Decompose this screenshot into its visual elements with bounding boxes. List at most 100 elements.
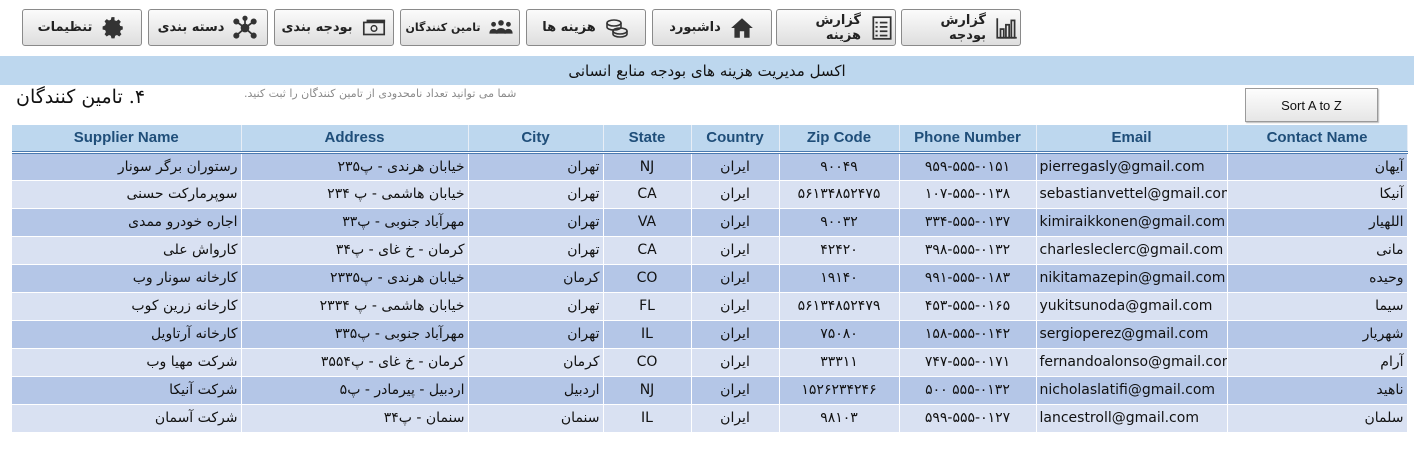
cell-supplier[interactable]: شرکت آنیکا (12, 376, 242, 405)
cell-state[interactable]: VA (603, 208, 692, 237)
header-email[interactable]: Email (1036, 125, 1228, 154)
cell-city[interactable]: اردبیل (468, 376, 604, 405)
cell-contact[interactable]: اللهیار (1227, 208, 1408, 237)
cell-phone[interactable]: ۹۹۱-۵۵۵-۰۱۸۳ (899, 264, 1037, 293)
cell-country[interactable]: ایران (691, 404, 780, 433)
cell-supplier[interactable]: شرکت مهیا وب (12, 348, 242, 377)
cell-email[interactable]: yukitsunoda@gmail.com (1036, 292, 1228, 321)
cell-city[interactable]: تهران (468, 152, 604, 181)
header-state[interactable]: State (603, 125, 692, 154)
cell-zip[interactable]: ۷۵۰۸۰ (779, 320, 900, 349)
cell-state[interactable]: IL (603, 320, 692, 349)
cell-email[interactable]: fernandoalonso@gmail.com (1036, 348, 1228, 377)
cell-contact[interactable]: سلمان (1227, 404, 1408, 433)
settings-button[interactable]: تنظیمات (22, 9, 142, 46)
cell-email[interactable]: pierregasly@gmail.com (1036, 152, 1228, 181)
cell-email[interactable]: kimiraikkonen@gmail.com (1036, 208, 1228, 237)
cell-supplier[interactable]: شرکت آسمان (12, 404, 242, 433)
budget-report-button[interactable]: گزارش بودجه (901, 9, 1021, 46)
table-row[interactable]: کارواش علی کرمان - خ غای - پ۳۴ تهران CA ایرا… (12, 236, 1408, 265)
header-zip-code[interactable]: Zip Code (779, 125, 900, 154)
cell-contact[interactable]: آنیکا (1227, 180, 1408, 209)
cell-zip[interactable]: ۵۶۱۳۴۸۵۲۴۷۵ (779, 180, 900, 209)
cell-phone[interactable]: ۷۴۷-۵۵۵-۰۱۷۱ (899, 348, 1037, 377)
cell-zip[interactable]: ۹۰۰۳۲ (779, 208, 900, 237)
cell-state[interactable]: CO (603, 348, 692, 377)
cell-state[interactable]: IL (603, 404, 692, 433)
cell-address[interactable]: کرمان - خ غای - پ۳۵۵۴ (241, 348, 469, 377)
table-row[interactable]: رستوران برگر سونار خیابان هرندی - پ۲۳۵ تهر… (12, 152, 1408, 181)
cell-address[interactable]: اردبیل - پیرمادر - پ۵ (241, 376, 469, 405)
header-contact-name[interactable]: Contact Name (1227, 125, 1408, 154)
cell-address[interactable]: کرمان - خ غای - پ۳۴ (241, 236, 469, 265)
header-city[interactable]: City (468, 125, 604, 154)
header-supplier-name[interactable]: Supplier Name (12, 125, 242, 154)
cell-city[interactable]: تهران (468, 320, 604, 349)
cell-supplier[interactable]: سوپرمارکت حسنی (12, 180, 242, 209)
cell-country[interactable]: ایران (691, 152, 780, 181)
cell-country[interactable]: ایران (691, 320, 780, 349)
cell-supplier[interactable]: کارخانه آرتاویل (12, 320, 242, 349)
cell-phone[interactable]: ۱۵۸-۵۵۵-۰۱۴۲ (899, 320, 1037, 349)
cell-contact[interactable]: سیما (1227, 292, 1408, 321)
cell-zip[interactable]: ۹۸۱۰۳ (779, 404, 900, 433)
header-phone-number[interactable]: Phone Number (899, 125, 1037, 154)
header-address[interactable]: Address (241, 125, 469, 154)
cell-state[interactable]: FL (603, 292, 692, 321)
cell-city[interactable]: تهران (468, 236, 604, 265)
expense-report-button[interactable]: گزارش هزینه (776, 9, 896, 46)
cell-phone[interactable]: ۳۹۸-۵۵۵-۰۱۳۲ (899, 236, 1037, 265)
cell-supplier[interactable]: کارخانه سونار وب (12, 264, 242, 293)
table-row[interactable]: کارخانه زرین کوب خیابان هاشمی - پ ۲۳۳۴ تهر… (12, 292, 1408, 321)
cell-email[interactable]: nikitamazepin@gmail.com (1036, 264, 1228, 293)
cell-city[interactable]: کرمان (468, 264, 604, 293)
cell-phone[interactable]: ۵۰۰ ۵۵۵-۰۱۳۲ (899, 376, 1037, 405)
table-row[interactable]: شرکت آسمان سنمان - پ۳۴ سنمان IL ایران ۹۸۱۰۳ ۵۹… (12, 404, 1408, 433)
cell-city[interactable]: کرمان (468, 348, 604, 377)
table-row[interactable]: شرکت مهیا وب کرمان - خ غای - پ۳۵۵۴ کرمان CO… (12, 348, 1408, 377)
cell-contact[interactable]: آیهان (1227, 152, 1408, 181)
cell-country[interactable]: ایران (691, 180, 780, 209)
cell-address[interactable]: خیابان هرندی - پ۲۳۳۵ (241, 264, 469, 293)
dashboard-button[interactable]: داشبورد (652, 9, 772, 46)
cell-phone[interactable]: ۵۹۹-۵۵۵-۰۱۲۷ (899, 404, 1037, 433)
cell-city[interactable]: تهران (468, 208, 604, 237)
cell-country[interactable]: ایران (691, 292, 780, 321)
cell-address[interactable]: مهرآباد جنوبی - پ۳۳۵ (241, 320, 469, 349)
cell-city[interactable]: تهران (468, 292, 604, 321)
cell-email[interactable]: sebastianvettel@gmail.com (1036, 180, 1228, 209)
cell-address[interactable]: خیابان هرندی - پ۲۳۵ (241, 152, 469, 181)
cell-email[interactable]: lancestroll@gmail.com (1036, 404, 1228, 433)
cell-country[interactable]: ایران (691, 348, 780, 377)
table-row[interactable]: کارخانه آرتاویل مهرآباد جنوبی - پ۳۳۵ تهران… (12, 320, 1408, 349)
header-country[interactable]: Country (691, 125, 780, 154)
cell-email[interactable]: sergioperez@gmail.com (1036, 320, 1228, 349)
table-row[interactable]: کارخانه سونار وب خیابان هرندی - پ۲۳۳۵ کرما… (12, 264, 1408, 293)
cell-contact[interactable]: وحیده (1227, 264, 1408, 293)
table-row[interactable]: اجاره خودرو ممدی مهرآباد جنوبی - پ۳۳ تهران… (12, 208, 1408, 237)
cell-address[interactable]: خیابان هاشمی - پ ۲۳۳۴ (241, 292, 469, 321)
cell-phone[interactable]: ۹۵۹-۵۵۵-۰۱۵۱ (899, 152, 1037, 181)
cell-state[interactable]: CA (603, 180, 692, 209)
cell-address[interactable]: مهرآباد جنوبی - پ۳۳ (241, 208, 469, 237)
cell-zip[interactable]: ۳۳۳۱۱ (779, 348, 900, 377)
cell-state[interactable]: CO (603, 264, 692, 293)
cell-zip[interactable]: ۱۹۱۴۰ (779, 264, 900, 293)
cell-address[interactable]: سنمان - پ۳۴ (241, 404, 469, 433)
cell-contact[interactable]: ناهید (1227, 376, 1408, 405)
cell-address[interactable]: خیابان هاشمی - پ ۲۳۴ (241, 180, 469, 209)
cell-supplier[interactable]: رستوران برگر سونار (12, 152, 242, 181)
cell-email[interactable]: nicholaslatifi@gmail.com (1036, 376, 1228, 405)
cell-zip[interactable]: ۵۶۱۳۴۸۵۲۴۷۹ (779, 292, 900, 321)
table-row[interactable]: سوپرمارکت حسنی خیابان هاشمی - پ ۲۳۴ تهران C… (12, 180, 1408, 209)
cell-contact[interactable]: آرام (1227, 348, 1408, 377)
cell-country[interactable]: ایران (691, 208, 780, 237)
cell-zip[interactable]: ۴۲۴۲۰ (779, 236, 900, 265)
categories-button[interactable]: دسته بندی (148, 9, 268, 46)
table-row[interactable]: شرکت آنیکا اردبیل - پیرمادر - پ۵ اردبیل NJ ا… (12, 376, 1408, 405)
cell-state[interactable]: NJ (603, 152, 692, 181)
cell-phone[interactable]: ۱۰۷-۵۵۵-۰۱۳۸ (899, 180, 1037, 209)
cell-state[interactable]: NJ (603, 376, 692, 405)
cell-contact[interactable]: مانی (1227, 236, 1408, 265)
cell-zip[interactable]: ۹۰۰۴۹ (779, 152, 900, 181)
